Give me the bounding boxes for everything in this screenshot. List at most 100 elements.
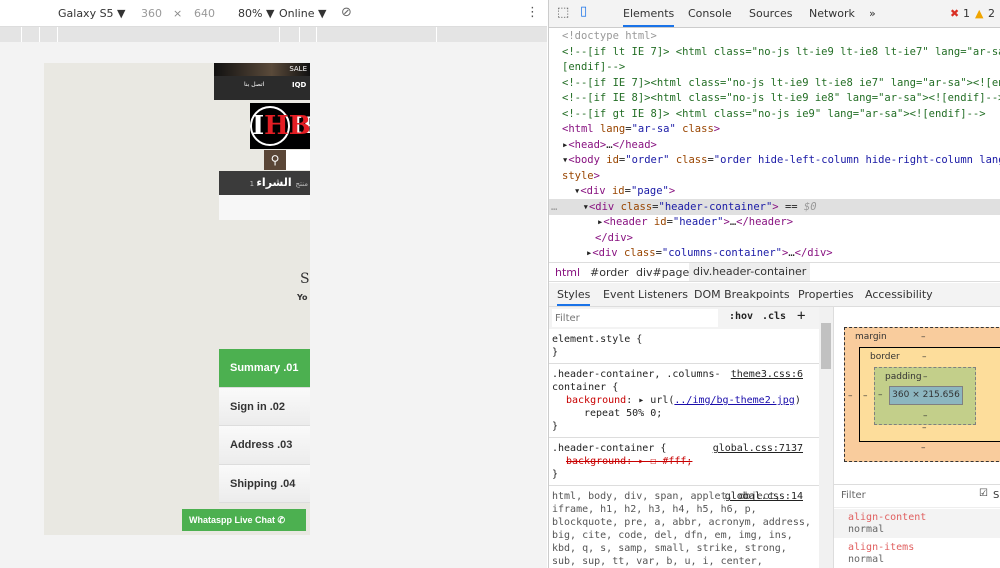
crumb-page[interactable]: div#page — [636, 266, 689, 279]
selector: element.style { — [552, 334, 643, 345]
device-toolbar: Galaxy S5 ▼ 360 × 640 80% ▼ Online ▼ ⊘ ⋮ — [0, 0, 547, 27]
device-toggle-icon[interactable]: ▯ — [580, 4, 587, 19]
dom-line[interactable]: ▾<body id="order" class="order hide-left… — [562, 153, 1000, 169]
tab-network[interactable]: Network — [809, 7, 855, 20]
dom-line[interactable]: ▸<head>…</head> — [562, 138, 657, 154]
top-header: SALE اتصل بنا IQD — [214, 63, 310, 100]
dom-tree: <!doctype html> <!--[if lt IE 7]> <html … — [549, 28, 1000, 262]
dom-line[interactable]: <!doctype html> — [562, 29, 657, 45]
tab-console[interactable]: Console — [688, 7, 732, 20]
tab-event-listeners[interactable]: Event Listeners — [603, 288, 688, 301]
styles-filter-input[interactable] — [552, 309, 718, 327]
media-query-bar[interactable] — [0, 27, 547, 42]
show-all-label: S — [993, 490, 1000, 501]
sale-banner[interactable]: SALE — [214, 63, 310, 76]
styles-scrollbar[interactable] — [819, 307, 833, 568]
tab-dom-breakpoints[interactable]: DOM Breakpoints — [694, 288, 790, 301]
cart-bar[interactable]: 1 منتج الشراء — [219, 171, 310, 195]
dom-line[interactable]: <!--[if IE 8]><html class="no-js lt-ie9 … — [562, 91, 1000, 107]
dom-line[interactable]: [endif]--> — [562, 60, 625, 76]
margin-bottom: – — [921, 443, 926, 453]
device-viewport: SALE اتصل بنا IQD IR IHB ⚲ 1 منتج الشراء… — [44, 63, 310, 535]
crumb-order[interactable]: #order — [590, 266, 629, 279]
dom-line[interactable]: ▸<header id="header">…</header> — [597, 215, 793, 231]
crumb-header-container[interactable]: div.header-container — [689, 263, 811, 281]
dom-line[interactable]: <!--[if lt IE 7]> <html class="no-js lt-… — [562, 45, 1000, 61]
show-all-checkbox[interactable]: ☑ — [979, 488, 988, 499]
error-icon[interactable]: ✖ — [950, 7, 959, 20]
property-value[interactable]: repeat 50% 0; — [552, 407, 816, 420]
computed-name: align-content — [848, 512, 927, 523]
whatsapp-chat-button[interactable]: Whataspp Live Chat ✆ — [182, 509, 306, 531]
computed-name: align-items — [848, 542, 915, 553]
selector: .header-container, .columns-container { — [552, 369, 721, 393]
box-content-size: 360 × 215.656 — [889, 386, 963, 405]
computed-property[interactable]: align-content normal — [834, 509, 1000, 538]
tab-elements[interactable]: Elements — [623, 7, 675, 27]
rotate-icon[interactable]: ⊘ — [341, 5, 352, 20]
network-select[interactable]: Online ▼ — [279, 7, 326, 20]
height-input[interactable]: 640 — [194, 7, 215, 20]
dom-line[interactable]: <html lang="ar-sa" class> — [562, 122, 720, 138]
whatsapp-icon: ✆ — [277, 515, 286, 525]
search-icon: ⚲ — [270, 153, 280, 167]
currency-select[interactable]: IQD — [292, 81, 306, 89]
warning-count[interactable]: 2 — [988, 7, 995, 20]
dom-line[interactable]: <!--[if gt IE 8]> <html class="no-js ie9… — [562, 107, 986, 123]
tab-styles[interactable]: Styles — [557, 288, 591, 306]
rule-element-style[interactable]: element.style {} — [549, 329, 819, 364]
breadcrumb: html #order div#page div.header-containe… — [549, 262, 1000, 282]
step-summary[interactable]: Summary .01 — [219, 349, 310, 388]
computed-filter-bar: Filter ☑ S — [834, 484, 1000, 508]
step-shipping[interactable]: Shipping .04 — [219, 464, 310, 503]
hov-button[interactable]: :hov — [729, 311, 753, 322]
overridden-property[interactable]: background: ▸ ☐ #fff; — [552, 455, 816, 468]
logo[interactable]: IHB — [250, 106, 310, 146]
rule-header-container[interactable]: global.css:7137 .header-container { backg… — [549, 438, 819, 486]
box-margin: margin – – – border – – – padding – – – … — [844, 327, 1000, 462]
dom-line[interactable]: ▸<div class="columns-container">…</div> — [586, 246, 833, 262]
source-link[interactable]: global.css:7137 — [713, 442, 803, 455]
more-options-icon[interactable]: ⋮ — [526, 5, 539, 20]
dom-line[interactable]: </div> — [595, 231, 633, 247]
box-border: border – – – padding – – – 360 × 215.656 — [859, 347, 1000, 442]
device-select[interactable]: Galaxy S5 ▼ — [58, 7, 126, 20]
tab-properties[interactable]: Properties — [798, 288, 854, 301]
sale-text: SALE — [289, 65, 307, 73]
margin-label: margin — [855, 332, 887, 342]
crumb-html[interactable]: html — [555, 266, 580, 279]
tab-accessibility[interactable]: Accessibility — [865, 288, 933, 301]
dom-line[interactable]: style> — [562, 169, 600, 185]
source-link[interactable]: global.css:14 — [725, 490, 803, 503]
new-rule-button[interactable]: + — [797, 308, 805, 324]
warning-icon[interactable]: ▲ — [975, 7, 983, 20]
url-link[interactable]: ../img/bg-theme2.jpg — [674, 395, 794, 406]
contact-link[interactable]: اتصل بنا — [244, 81, 264, 88]
more-tabs-button[interactable]: » — [869, 7, 876, 20]
dom-line[interactable]: ▾<div id="page"> — [574, 184, 675, 200]
search-input[interactable] — [286, 150, 310, 170]
dom-line-selected[interactable]: … ▾<div class="header-container"> == $0 — [551, 200, 817, 216]
rule-header-columns[interactable]: theme3.css:6 .header-container, .columns-… — [549, 364, 819, 438]
computed-filter-input[interactable]: Filter — [841, 490, 866, 501]
rule-reset[interactable]: global.css:14 html, body, div, span, appl… — [549, 486, 819, 568]
computed-value: normal — [848, 554, 885, 565]
page-heading: SI — [300, 271, 310, 287]
search-button[interactable]: ⚲ — [264, 150, 286, 170]
step-sign-in[interactable]: Sign in .02 — [219, 387, 310, 426]
tab-sources[interactable]: Sources — [749, 7, 793, 20]
logo-letters: HB — [264, 111, 310, 141]
cls-button[interactable]: .cls — [762, 311, 786, 322]
step-address[interactable]: Address .03 — [219, 426, 310, 465]
dimension-separator: × — [173, 7, 183, 20]
computed-property[interactable]: align-items normal — [834, 539, 1000, 568]
dom-line[interactable]: <!--[if IE 7]><html class="no-js lt-ie9 … — [562, 76, 1000, 92]
error-count[interactable]: 1 — [963, 7, 970, 20]
inspect-element-icon[interactable]: ⬚ — [557, 5, 569, 20]
source-link[interactable]: theme3.css:6 — [731, 368, 803, 381]
styles-pane: :hov .cls + element.style {} theme3.css:… — [549, 307, 834, 568]
property-name[interactable]: background — [566, 395, 626, 406]
cart-label: الشراء — [256, 176, 292, 189]
width-input[interactable]: 360 — [141, 7, 162, 20]
zoom-select[interactable]: 80% ▼ — [238, 7, 274, 20]
